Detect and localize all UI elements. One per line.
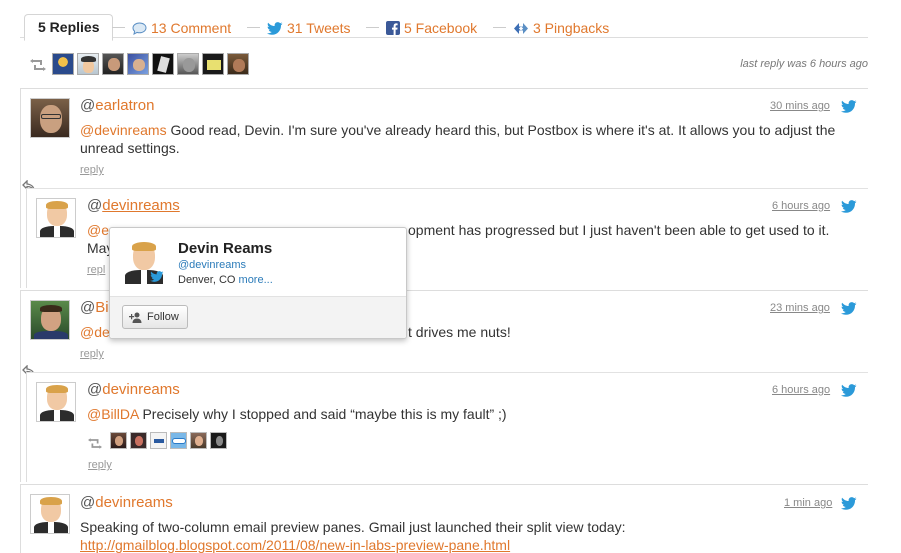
comment-author[interactable]: @devinreams (80, 494, 173, 511)
mention-link[interactable]: @BillDA (87, 406, 139, 422)
reply-link[interactable]: reply (80, 348, 104, 360)
avatar[interactable] (190, 432, 207, 449)
at-symbol: @ (87, 381, 103, 398)
twitter-bird-icon (841, 100, 857, 113)
comment-author-handle[interactable]: devinreams (102, 381, 180, 398)
comment-timestamp[interactable]: 30 mins ago (770, 100, 830, 112)
twitter-bird-icon (150, 271, 164, 282)
tab-pingbacks[interactable]: 3 Pingbacks (513, 20, 609, 36)
avatar[interactable] (110, 432, 127, 449)
add-user-icon (129, 312, 142, 323)
retweet-icon (30, 58, 46, 76)
comment-timestamp[interactable]: 6 hours ago (772, 384, 830, 396)
tab-pingbacks-label: 3 Pingbacks (533, 20, 610, 36)
tab-tweets-label: 31 Tweets (287, 20, 351, 36)
mention-link[interactable]: @devinreams (80, 122, 167, 138)
follow-button-label: Follow (147, 311, 179, 323)
hovercard-more-link[interactable]: more... (239, 274, 273, 286)
tab-replies[interactable]: 5 Replies (24, 14, 114, 41)
tab-comments-label: 13 Comment (151, 20, 232, 36)
hovercard-location-text: Denver, CO (178, 274, 236, 286)
avatar[interactable] (77, 53, 99, 75)
hovercard-location: Denver, CO more... (178, 274, 273, 286)
comment-text: opment has progressed but I just haven't… (408, 222, 830, 238)
tab-separator (366, 27, 379, 28)
follow-button[interactable]: Follow (122, 305, 188, 329)
comment-author[interactable]: @devinreams (87, 197, 180, 214)
twitter-bird-icon (841, 302, 857, 315)
reactions-tab-bar: 5 Replies 13 Comment 31 Tweets 5 Faceboo… (20, 12, 868, 41)
avatar[interactable] (202, 53, 224, 75)
tab-facebook[interactable]: 5 Facebook (386, 20, 477, 36)
at-symbol: @ (80, 299, 96, 316)
tab-facebook-label: 5 Facebook (404, 20, 478, 36)
avatar[interactable] (210, 432, 227, 449)
twitter-bird-icon (841, 384, 857, 397)
avatar[interactable] (30, 300, 70, 340)
comment-author-handle[interactable]: earlatron (95, 97, 154, 114)
at-symbol: @ (80, 494, 96, 511)
avatar[interactable] (170, 432, 187, 449)
avatar[interactable] (36, 382, 76, 422)
comment-text: Precisely why I stopped and said “maybe … (138, 406, 507, 422)
reply-link[interactable]: reply (80, 164, 104, 176)
comment-text: Good read, Devin. I'm sure you've alread… (80, 122, 836, 156)
twitter-bird-icon (841, 200, 857, 213)
comment-timestamp[interactable]: 6 hours ago (772, 200, 830, 212)
tab-separator (247, 27, 260, 28)
comment-link-line: http://gmailblog.blogspot.com/2011/08/ne… (80, 536, 510, 553)
retweet-facepile (110, 432, 227, 449)
hovercard-name: Devin Reams (178, 240, 273, 257)
reply-link[interactable]: repl (87, 264, 105, 276)
avatar[interactable] (177, 53, 199, 75)
avatar[interactable] (227, 53, 249, 75)
tab-comments[interactable]: 13 Comment (132, 20, 231, 36)
tab-separator (112, 27, 125, 28)
comment-author-handle[interactable]: devinreams (95, 494, 173, 511)
facebook-icon (386, 21, 400, 35)
comment-author-handle[interactable]: devinreams (102, 197, 180, 214)
comment-timestamp[interactable]: 23 mins ago (770, 302, 830, 314)
retweet-icon (88, 436, 102, 454)
external-link[interactable]: http://gmailblog.blogspot.com/2011/08/ne… (80, 537, 510, 553)
twitter-bird-icon (267, 21, 283, 35)
speech-bubble-icon (132, 21, 147, 35)
comment-text: Speaking of two-column email preview pan… (80, 519, 626, 535)
comment-body: @BillDA Precisely why I stopped and said… (87, 405, 827, 423)
at-symbol: @ (87, 197, 103, 214)
avatar[interactable] (52, 53, 74, 75)
avatar[interactable] (102, 53, 124, 75)
profile-hovercard: Devin Reams @devinreams Denver, CO more.… (109, 227, 407, 339)
comment-text: t drives me nuts! (408, 324, 511, 340)
at-symbol: @ (80, 97, 96, 114)
avatar[interactable] (130, 432, 147, 449)
avatar[interactable] (152, 53, 174, 75)
avatar[interactable] (127, 53, 149, 75)
tab-separator (493, 27, 506, 28)
top-facepile (52, 53, 249, 75)
reply-link[interactable]: reply (88, 459, 112, 471)
last-reply-status: last reply was 6 hours ago (740, 58, 868, 70)
hovercard-handle[interactable]: @devinreams (178, 259, 246, 271)
avatar[interactable] (36, 198, 76, 238)
tab-tweets[interactable]: 31 Tweets (267, 20, 351, 36)
hovercard-footer: Follow (110, 296, 406, 338)
comment-body: @devinreams Good read, Devin. I'm sure y… (80, 121, 840, 157)
avatar[interactable] (30, 98, 70, 138)
avatar[interactable] (150, 432, 167, 449)
hovercard-avatar[interactable] (122, 240, 166, 284)
comment-timestamp[interactable]: 1 min ago (784, 497, 832, 509)
comment-author[interactable]: @earlatron (80, 97, 154, 114)
twitter-bird-icon (841, 497, 857, 510)
avatar[interactable] (30, 494, 70, 534)
comment-author[interactable]: @devinreams (87, 381, 180, 398)
pingback-icon (514, 22, 528, 34)
